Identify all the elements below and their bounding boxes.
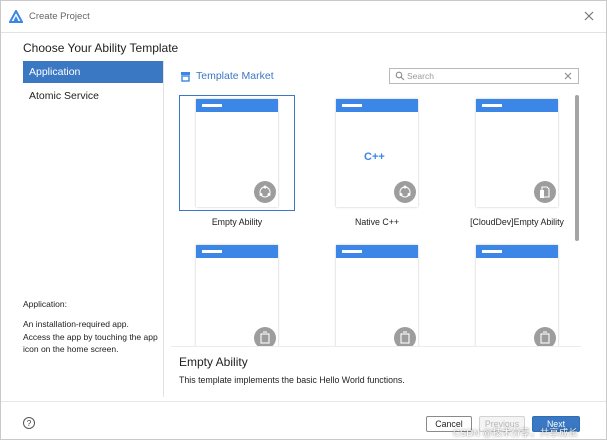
deveco-logo-icon: [9, 10, 23, 23]
selected-template-name: Empty Ability: [179, 355, 248, 369]
clear-icon[interactable]: [563, 71, 573, 81]
template-card[interactable]: [319, 241, 435, 347]
window-title: Create Project: [29, 11, 90, 22]
phone-preview-bar: [196, 99, 278, 112]
sidebar-item-atomic-service[interactable]: Atomic Service: [23, 85, 163, 107]
template-card-label: Native C++: [354, 217, 399, 227]
search-icon: [395, 71, 405, 81]
phone-preview-bar: [476, 99, 558, 112]
phone-preview-bar: [196, 245, 278, 258]
sidebar-item-label: Atomic Service: [29, 90, 100, 102]
template-card-clouddev-empty-ability[interactable]: [CloudDev]Empty Ability: [459, 95, 571, 227]
create-project-dialog: Create Project Choose Your Ability Templ…: [0, 0, 607, 440]
template-card-empty-ability[interactable]: Empty Ability: [179, 95, 295, 227]
search-input[interactable]: [407, 70, 557, 82]
phone-preview: [336, 245, 418, 347]
ability-icon: [254, 181, 276, 203]
divider: [171, 346, 581, 347]
page-title: Choose Your Ability Template: [23, 41, 179, 55]
phone-bar-line: [202, 104, 222, 107]
template-card-native-cpp[interactable]: C++ Native C++: [319, 95, 435, 227]
template-market-link[interactable]: Template Market: [196, 70, 274, 82]
divider: [163, 61, 164, 397]
sidebar-item-application[interactable]: Application: [23, 61, 163, 83]
title-bar: Create Project: [1, 1, 606, 33]
phone-preview: [476, 99, 558, 207]
template-grid: Empty Ability C++ Native C++ [CloudDev]E…: [171, 91, 571, 347]
phone-preview: C++: [336, 99, 418, 207]
phone-preview-bar: [336, 99, 418, 112]
ability-icon: [394, 181, 416, 203]
template-grid-scrollbar[interactable]: [575, 95, 579, 241]
watermark: CSDN @技术分享，共享成长: [453, 428, 578, 439]
sidebar: Application Atomic Service Application: …: [23, 61, 163, 391]
template-card-label: Empty Ability: [211, 217, 263, 227]
phone-bar-line: [482, 250, 502, 253]
search-box[interactable]: [389, 68, 579, 84]
footer-divider: [1, 401, 606, 402]
template-card[interactable]: [179, 241, 295, 347]
phone-bar-line: [342, 104, 362, 107]
cpp-logo-icon: C++: [364, 151, 385, 163]
phone-preview-bar: [476, 245, 558, 258]
sidebar-description: An installation-required app. Access the…: [23, 319, 158, 354]
close-icon[interactable]: [582, 9, 596, 23]
phone-bar-line: [482, 104, 502, 107]
phone-bar-line: [202, 250, 222, 253]
template-icon: [254, 327, 276, 347]
template-card[interactable]: [459, 241, 571, 347]
store-icon[interactable]: [180, 71, 191, 82]
help-icon[interactable]: ?: [23, 417, 35, 429]
phone-preview-bar: [336, 245, 418, 258]
sidebar-description-title: Application:: [23, 299, 67, 309]
cloud-document-icon: [534, 181, 556, 203]
template-icon: [534, 327, 556, 347]
phone-preview: [196, 99, 278, 207]
phone-preview: [196, 245, 278, 347]
template-card-label: [CloudDev]Empty Ability: [470, 217, 564, 227]
sidebar-item-label: Application: [29, 66, 81, 78]
selected-template-description: This template implements the basic Hello…: [179, 375, 405, 385]
template-icon: [394, 327, 416, 347]
phone-preview: [476, 245, 558, 347]
phone-bar-line: [342, 250, 362, 253]
